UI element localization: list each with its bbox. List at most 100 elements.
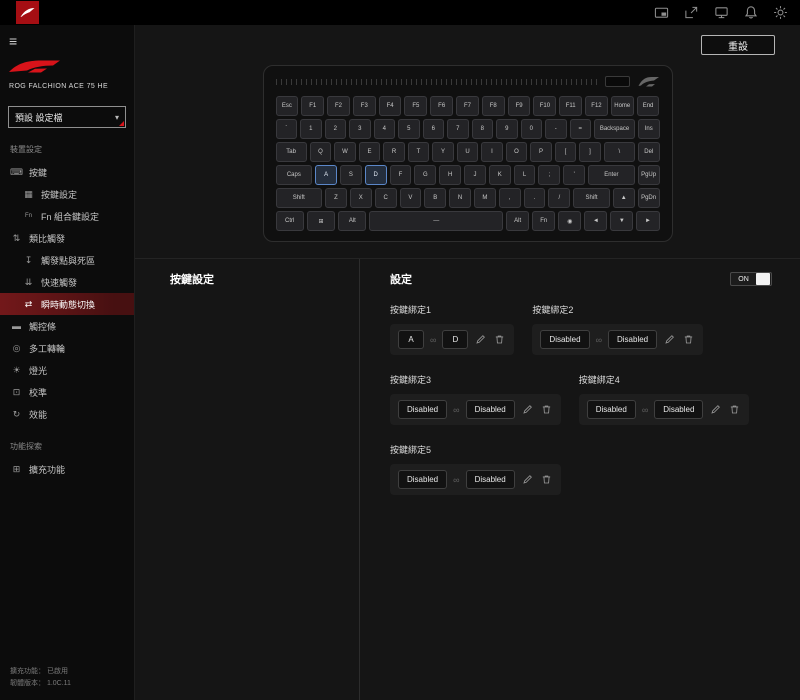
keyboard-key[interactable]: M — [474, 188, 496, 208]
keyboard-key[interactable]: S — [340, 165, 362, 185]
keyboard-key[interactable]: PgUp — [638, 165, 660, 185]
edit-binding-button[interactable] — [521, 404, 534, 415]
edit-binding-button[interactable] — [521, 474, 534, 485]
hamburger-menu-icon[interactable]: ≡ — [9, 33, 25, 49]
sidebar-item[interactable]: ⌨按鍵 — [0, 161, 134, 183]
keyboard-key[interactable]: C — [375, 188, 397, 208]
keyboard-key[interactable]: ► — [636, 211, 659, 231]
keyboard-key[interactable]: 6 — [423, 119, 445, 139]
keyboard-key[interactable]: X — [350, 188, 372, 208]
keyboard-key[interactable]: End — [637, 96, 660, 116]
keyboard-key[interactable]: Tab — [276, 142, 307, 162]
keyboard-key[interactable]: L — [514, 165, 536, 185]
keyboard-key[interactable]: F7 — [456, 96, 479, 116]
keyboard-key[interactable]: [ — [555, 142, 577, 162]
keyboard-key[interactable]: ▲ — [613, 188, 635, 208]
keyboard-key[interactable]: Fn — [532, 211, 555, 231]
keyboard-key[interactable]: E — [359, 142, 381, 162]
delete-binding-button[interactable] — [682, 334, 695, 345]
keyboard-key[interactable]: F11 — [559, 96, 582, 116]
edit-binding-button[interactable] — [474, 334, 487, 345]
keyboard-key[interactable]: D — [365, 165, 387, 185]
keyboard-key[interactable]: F8 — [482, 96, 505, 116]
sidebar-item[interactable]: ⊞擴充功能 — [0, 458, 134, 480]
settings-icon[interactable] — [773, 5, 788, 20]
keyboard-key[interactable]: / — [548, 188, 570, 208]
keyboard-key[interactable]: Esc — [276, 96, 299, 116]
binding-key-button[interactable]: Disabled — [540, 330, 589, 349]
delete-binding-button[interactable] — [728, 404, 741, 415]
keyboard-key[interactable]: T — [408, 142, 430, 162]
keyboard-key[interactable]: F4 — [379, 96, 402, 116]
binding-key-button[interactable]: Disabled — [587, 400, 636, 419]
keyboard-key[interactable]: F3 — [353, 96, 376, 116]
keyboard-key[interactable]: I — [481, 142, 503, 162]
keyboard-key[interactable]: R — [383, 142, 405, 162]
keyboard-key[interactable]: Del — [638, 142, 660, 162]
keyboard-key[interactable]: F — [390, 165, 412, 185]
edit-binding-button[interactable] — [663, 334, 676, 345]
sidebar-item[interactable]: FnFn 組合鍵設定 — [0, 205, 134, 227]
sidebar-item[interactable]: ↧觸發點與死區 — [0, 249, 134, 271]
keyboard-key[interactable]: A — [315, 165, 337, 185]
notifications-icon[interactable] — [744, 5, 758, 20]
delete-binding-button[interactable] — [540, 404, 553, 415]
binding-key-button[interactable]: Disabled — [608, 330, 657, 349]
keyboard-key[interactable]: Shift — [276, 188, 323, 208]
rog-app-logo[interactable] — [16, 1, 39, 24]
keyboard-key[interactable]: Caps — [276, 165, 313, 185]
binding-key-button[interactable]: D — [442, 330, 468, 349]
keyboard-key[interactable]: . — [524, 188, 546, 208]
sidebar-item[interactable]: ☀燈光 — [0, 359, 134, 381]
keyboard-key[interactable]: ◉ — [558, 211, 581, 231]
edit-binding-button[interactable] — [709, 404, 722, 415]
sidebar-item[interactable]: ⇅類比觸發 — [0, 227, 134, 249]
sidebar-item[interactable]: ⊡校準 — [0, 381, 134, 403]
keyboard-key[interactable]: Y — [432, 142, 454, 162]
binding-key-button[interactable]: Disabled — [466, 400, 515, 419]
keyboard-key[interactable]: F5 — [404, 96, 427, 116]
keyboard-key[interactable]: Ins — [638, 119, 660, 139]
keyboard-key[interactable]: \ — [604, 142, 635, 162]
keyboard-key[interactable]: Z — [325, 188, 347, 208]
keyboard-key[interactable]: 1 — [300, 119, 322, 139]
keyboard-key[interactable]: G — [414, 165, 436, 185]
keyboard-key[interactable]: ` — [276, 119, 298, 139]
keyboard-key[interactable]: = — [570, 119, 592, 139]
keyboard-key[interactable]: , — [499, 188, 521, 208]
keyboard-key[interactable]: F12 — [585, 96, 608, 116]
keyboard-key[interactable]: J — [464, 165, 486, 185]
keyboard-key[interactable]: 9 — [496, 119, 518, 139]
device-sync-icon[interactable] — [714, 5, 729, 20]
keyboard-key[interactable]: F2 — [327, 96, 350, 116]
keyboard-key[interactable]: — — [369, 211, 503, 231]
binding-key-button[interactable]: A — [398, 330, 424, 349]
keyboard-key[interactable]: Ctrl — [276, 211, 304, 231]
keyboard-key[interactable]: ; — [538, 165, 560, 185]
keyboard-key[interactable]: ' — [563, 165, 585, 185]
keyboard-key[interactable]: 0 — [521, 119, 543, 139]
delete-binding-button[interactable] — [493, 334, 506, 345]
keyboard-key[interactable]: 2 — [325, 119, 347, 139]
keyboard-key[interactable]: U — [457, 142, 479, 162]
keyboard-key[interactable]: Alt — [506, 211, 529, 231]
keyboard-key[interactable]: 7 — [447, 119, 469, 139]
keyboard-key[interactable]: ◄ — [584, 211, 607, 231]
sidebar-item[interactable]: ◎多工轉輪 — [0, 337, 134, 359]
keyboard-key[interactable]: O — [506, 142, 528, 162]
keyboard-key[interactable]: 5 — [398, 119, 420, 139]
keyboard-key[interactable]: Enter — [588, 165, 635, 185]
sidebar-item-active[interactable]: ⇄瞬時動態切換 — [0, 293, 134, 315]
fullscreen-icon[interactable] — [684, 5, 699, 20]
keyboard-key[interactable]: ] — [579, 142, 601, 162]
delete-binding-button[interactable] — [540, 474, 553, 485]
keyboard-key[interactable]: B — [424, 188, 446, 208]
pip-icon[interactable] — [654, 5, 669, 20]
keyboard-key[interactable]: 4 — [374, 119, 396, 139]
keyboard-key[interactable]: PgDn — [638, 188, 660, 208]
keyboard-key[interactable]: Shift — [573, 188, 610, 208]
keyboard-key[interactable]: F9 — [508, 96, 531, 116]
sidebar-item[interactable]: ▬觸控條 — [0, 315, 134, 337]
keyboard-key[interactable]: V — [400, 188, 422, 208]
binding-key-button[interactable]: Disabled — [654, 400, 703, 419]
